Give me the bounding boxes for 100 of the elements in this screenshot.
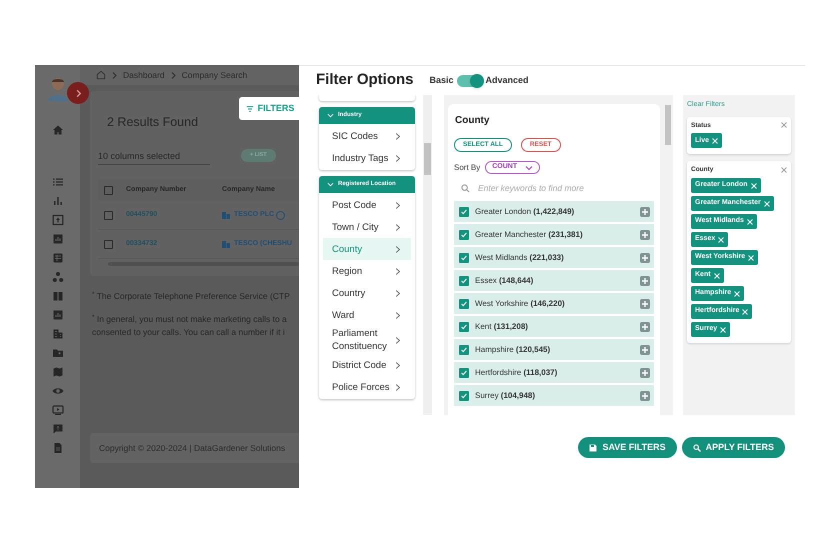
check-icon (460, 346, 468, 354)
checkbox[interactable] (459, 252, 469, 262)
checkbox[interactable] (459, 368, 469, 378)
chevron-icon (395, 310, 401, 320)
feedback-icon[interactable] (52, 423, 64, 435)
search-field[interactable]: Enter keywords to find more (478, 182, 638, 194)
document-icon[interactable] (52, 442, 64, 454)
category-item[interactable]: SIC Codes (323, 125, 411, 147)
bar-chart-icon[interactable] (52, 195, 64, 207)
add-button[interactable] (640, 252, 650, 262)
category-item[interactable]: District Code (323, 354, 411, 376)
category-item[interactable]: Country (323, 282, 411, 304)
option-label: Hertfordshire (118,037) (475, 366, 558, 378)
category-item[interactable]: Industry Tags (323, 147, 411, 169)
home-icon[interactable] (96, 70, 106, 80)
mode-toggle[interactable] (456, 74, 483, 86)
search-icon (692, 444, 701, 452)
grid-icon[interactable] (52, 252, 64, 264)
option-label: Kent (131,208) (475, 320, 529, 332)
checkbox[interactable] (459, 230, 469, 240)
scrollbar[interactable] (423, 95, 432, 415)
category-item[interactable]: Post Code (323, 194, 411, 216)
plus-icon (640, 230, 650, 240)
option-label: Essex (148,644) (475, 274, 534, 286)
results-title: 2 Results Found (107, 114, 198, 131)
checkbox[interactable] (459, 322, 469, 332)
plus-icon (640, 322, 650, 332)
close-icon[interactable] (781, 167, 787, 174)
add-button[interactable] (640, 390, 650, 400)
check-icon (460, 392, 468, 400)
building-icon[interactable] (52, 328, 64, 340)
add-button[interactable] (640, 322, 650, 332)
chart-icon[interactable] (52, 233, 64, 245)
option-label: Greater Manchester (231,381) (475, 228, 584, 240)
checkbox[interactable] (104, 210, 113, 220)
checkbox[interactable] (459, 276, 469, 286)
filter-icon (246, 104, 254, 112)
plus-icon (640, 252, 650, 262)
toggle-label: Advanced (486, 74, 529, 87)
chevron-icon (395, 222, 401, 232)
add-button[interactable] (640, 368, 650, 378)
category-item[interactable]: Parliament Constituency (323, 326, 411, 354)
checkbox[interactable] (459, 298, 469, 308)
option-label: Hampshire (120,545) (475, 344, 552, 356)
caret-icon (525, 164, 534, 170)
chevron-icon (395, 288, 401, 298)
check-icon (460, 276, 468, 284)
category-item[interactable]: Town / City (323, 216, 411, 238)
plus-icon (640, 344, 650, 354)
toggle-label: Basic (430, 74, 454, 87)
option-label: Surrey (104,948) (475, 390, 536, 402)
breadcrumb-link[interactable]: Company Search (182, 68, 248, 82)
building-icon (222, 211, 230, 219)
checkbox[interactable] (104, 186, 113, 194)
check-icon (460, 230, 468, 238)
columns-dropdown[interactable]: 10 columns selected (98, 149, 210, 165)
video-icon[interactable] (52, 404, 64, 416)
plus-icon (640, 206, 650, 216)
category-item[interactable]: County (323, 238, 411, 260)
checkbox[interactable] (459, 344, 469, 354)
sort-label: Sort By (454, 162, 480, 174)
checkbox[interactable] (459, 390, 469, 400)
home-icon[interactable] (52, 124, 64, 136)
upload-icon[interactable] (52, 214, 64, 226)
list-icon[interactable] (52, 176, 64, 188)
apply-filters-button[interactable]: APPLY FILTERS (682, 437, 785, 458)
add-button[interactable] (640, 230, 650, 240)
check-icon (460, 208, 468, 216)
chevron-icon (395, 132, 401, 140)
check-icon (460, 254, 468, 262)
plus-icon (640, 276, 650, 286)
chevron-icon (74, 88, 82, 98)
filters-button[interactable]: FILTERS (239, 97, 301, 120)
network-icon[interactable] (52, 271, 64, 283)
category-item[interactable]: Region (323, 260, 411, 282)
add-button[interactable] (640, 344, 650, 354)
add-button[interactable] (640, 276, 650, 286)
option-label: Greater London (1,422,849) (475, 206, 576, 218)
checkbox[interactable] (459, 206, 469, 216)
close-icon[interactable] (781, 122, 787, 128)
option-label: West Yorkshire (146,220) (475, 298, 566, 310)
category-item[interactable]: Ward (323, 304, 411, 326)
chevron-icon (170, 72, 176, 78)
map-icon[interactable] (52, 366, 64, 378)
add-button[interactable] (640, 206, 650, 216)
breadcrumb-link[interactable]: Dashboard (123, 68, 165, 82)
chevron-icon (395, 382, 401, 392)
chevron-icon (395, 336, 401, 344)
add-button[interactable] (640, 298, 650, 308)
folder-icon[interactable] (52, 347, 64, 359)
expand-button[interactable] (67, 82, 89, 104)
category-item[interactable]: Police Forces (323, 376, 411, 398)
check-icon (460, 368, 468, 376)
chevron-icon (112, 72, 117, 78)
chevron-icon (395, 200, 401, 210)
chart-icon[interactable] (52, 309, 64, 321)
save-filters-button[interactable]: SAVE FILTERS (578, 437, 677, 458)
chevron-icon (395, 154, 401, 162)
book-icon[interactable] (52, 290, 64, 302)
checkbox[interactable] (104, 240, 113, 248)
